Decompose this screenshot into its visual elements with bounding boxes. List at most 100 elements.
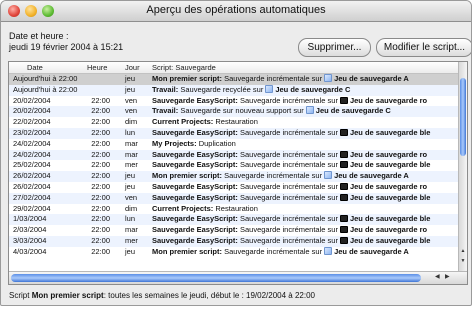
backup-set-file-icon xyxy=(265,84,274,93)
row-date: 2/03/2004 xyxy=(13,225,47,235)
row-script-type: Mon premier script: xyxy=(152,246,223,256)
row-day: lun xyxy=(125,214,136,224)
table-row[interactable]: 1/03/2004 22:00 lun Sauvegarde EasyScript: … xyxy=(9,214,459,226)
datetime-label: Date et heure : xyxy=(9,31,69,41)
backup-set-tape-icon xyxy=(339,193,348,201)
scroll-left-arrow-icon[interactable]: ◀ xyxy=(435,273,440,280)
row-time: 22:00 xyxy=(91,171,110,181)
row-day: mer xyxy=(125,235,138,245)
row-script: Travail: Sauvegarde sur nouveau support … xyxy=(152,106,459,117)
status-line: Script Mon premier script: toutes les se… xyxy=(9,291,315,300)
table-row[interactable]: 20/02/2004 22:00 ven Sauvegarde EasyScript:… xyxy=(9,96,459,107)
row-date: 27/02/2004 xyxy=(13,192,51,202)
table-row[interactable]: Aujourd'hui à 22:00 jeu Mon premier script… xyxy=(9,74,459,85)
row-script: Sauvegarde EasyScript: Sauvegarde incrém… xyxy=(152,193,459,204)
scroll-up-arrow-icon[interactable]: ▲ xyxy=(459,248,467,254)
row-date: 25/02/2004 xyxy=(13,160,51,170)
table-row[interactable]: 2/03/2004 22:00 mar Sauvegarde EasyScript: … xyxy=(9,225,459,236)
row-script: Sauvegarde EasyScript: Sauvegarde incrém… xyxy=(152,150,459,161)
row-backup-set: Jeu de sauvegarde ble xyxy=(349,192,431,202)
row-backup-set: Jeu de sauvegarde ble xyxy=(349,127,431,137)
row-script: My Projects: Duplication xyxy=(152,139,459,150)
row-script-text: Sauvegarde sur nouveau support sur xyxy=(180,106,304,116)
row-day: mer xyxy=(125,160,138,170)
datetime-value: jeudi 19 février 2004 à 15:21 xyxy=(9,42,124,52)
status-script-name: Mon premier script xyxy=(31,291,104,300)
backup-set-tape-icon xyxy=(339,182,348,190)
row-time: 22:00 xyxy=(91,181,110,191)
table-row[interactable]: 24/02/2004 22:00 mar Sauvegarde EasyScript:… xyxy=(9,149,459,161)
row-time: 22:00 xyxy=(91,149,110,159)
row-script-type: Travail: xyxy=(152,84,179,94)
horizontal-scroll-thumb[interactable] xyxy=(11,274,421,282)
horizontal-scrollbar[interactable]: ◀ ▶ xyxy=(9,271,467,284)
delete-button[interactable]: Supprimer... xyxy=(298,38,371,57)
window-title: Aperçu des opérations automatiques xyxy=(146,4,326,16)
row-script: Travail: Sauvegarde recyclée sur Jeu de s… xyxy=(152,84,459,96)
row-day: jeu xyxy=(125,171,136,181)
scroll-right-arrow-icon[interactable]: ▶ xyxy=(445,273,450,280)
table-row[interactable]: 25/02/2004 22:00 mer Sauvegarde EasyScript:… xyxy=(9,160,459,171)
table-row[interactable]: 26/02/2004 22:00 jeu Sauvegarde EasyScript:… xyxy=(9,182,459,193)
backup-set-file-icon xyxy=(305,106,314,115)
vertical-scroll-thumb[interactable] xyxy=(460,78,466,156)
row-time: 22:00 xyxy=(91,203,110,213)
row-script-type: Sauvegarde EasyScript: xyxy=(152,214,238,224)
row-date: 26/02/2004 xyxy=(13,181,51,191)
row-script: Mon premier script: Sauvegarde incrément… xyxy=(152,171,459,182)
row-time: 22:00 xyxy=(91,106,110,116)
row-script-type: Sauvegarde EasyScript: xyxy=(152,127,238,137)
table-row[interactable]: 22/02/2004 22:00 dim Current Projects: Rest… xyxy=(9,117,459,128)
status-prefix: Script xyxy=(9,291,30,300)
row-script: Sauvegarde EasyScript: Sauvegarde incrém… xyxy=(152,236,459,247)
row-script-text: Sauvegarde incrémentale sur xyxy=(239,160,338,170)
table-row[interactable]: 20/02/2004 22:00 ven Travail: Sauvegarde su… xyxy=(9,106,459,118)
backup-set-file-icon xyxy=(324,171,333,180)
table-row[interactable]: 29/02/2004 22:00 dim Current Projects: Rest… xyxy=(9,204,459,215)
row-date: Aujourd'hui à 22:00 xyxy=(13,84,78,94)
table-row[interactable]: 26/02/2004 22:00 jeu Mon premier script: Sa… xyxy=(9,171,459,182)
row-day: mar xyxy=(125,138,138,148)
column-header-script[interactable]: Script: Sauvegarde xyxy=(152,63,216,72)
modify-script-button[interactable]: Modifier le script... xyxy=(376,38,471,57)
row-date: 26/02/2004 xyxy=(13,171,51,181)
row-backup-set: Jeu de sauvegarde C xyxy=(315,106,391,116)
row-script-type: Sauvegarde EasyScript: xyxy=(152,95,238,105)
title-bar[interactable]: Aperçu des opérations automatiques xyxy=(1,1,471,22)
row-time: 22:00 xyxy=(91,160,110,170)
backup-set-tape-icon xyxy=(339,96,348,104)
row-backup-set: Jeu de sauvegarde ro xyxy=(349,95,428,105)
row-script-text: Sauvegarde incrémentale sur xyxy=(239,95,338,105)
table-row[interactable]: 23/02/2004 22:00 lun Sauvegarde EasyScript:… xyxy=(9,127,459,139)
row-time: 22:00 xyxy=(91,214,110,224)
row-day: ven xyxy=(125,95,138,105)
row-script-type: Sauvegarde EasyScript: xyxy=(152,181,238,191)
row-date: 24/02/2004 xyxy=(13,138,51,148)
scroll-down-arrow-icon[interactable]: ▼ xyxy=(459,258,467,264)
table-row[interactable]: Aujourd'hui à 22:00 jeu Travail: Sauvegard… xyxy=(9,84,459,96)
row-script-text: Sauvegarde incrémentale sur xyxy=(224,171,323,181)
row-day: mar xyxy=(125,225,138,235)
row-script-text: Sauvegarde recyclée sur xyxy=(180,84,264,94)
row-script-text: Sauvegarde incrémentale sur xyxy=(239,127,338,137)
table-row[interactable]: 4/03/2004 22:00 jeu Mon premier script: Sau… xyxy=(9,246,459,258)
table-row[interactable]: 3/03/2004 22:00 mer Sauvegarde EasyScript: … xyxy=(9,235,459,247)
row-script: Sauvegarde EasyScript: Sauvegarde incrém… xyxy=(152,182,459,193)
row-time: 22:00 xyxy=(91,192,110,202)
row-script-text: Sauvegarde incrémentale sur xyxy=(224,74,323,83)
column-header-date[interactable]: Date xyxy=(27,63,43,72)
row-script-type: Sauvegarde EasyScript: xyxy=(152,192,238,202)
row-day: jeu xyxy=(125,74,136,83)
row-backup-set: Jeu de sauvegarde A xyxy=(334,246,409,256)
table-row[interactable]: 24/02/2004 22:00 mar My Projects: Duplicati… xyxy=(9,139,459,150)
row-day: jeu xyxy=(125,84,136,94)
row-script-text: Sauvegarde incrémentale sur xyxy=(239,192,338,202)
row-day: dim xyxy=(125,203,138,213)
row-date: 4/03/2004 xyxy=(13,246,47,256)
row-day: jeu xyxy=(125,246,136,256)
table-row[interactable]: 27/02/2004 22:00 ven Sauvegarde EasyScript:… xyxy=(9,192,459,204)
column-header-day[interactable]: Jour xyxy=(125,63,140,72)
vertical-scrollbar[interactable]: ▲ ▼ xyxy=(458,62,467,271)
row-date: 23/02/2004 xyxy=(13,127,51,137)
column-header-time[interactable]: Heure xyxy=(87,63,107,72)
